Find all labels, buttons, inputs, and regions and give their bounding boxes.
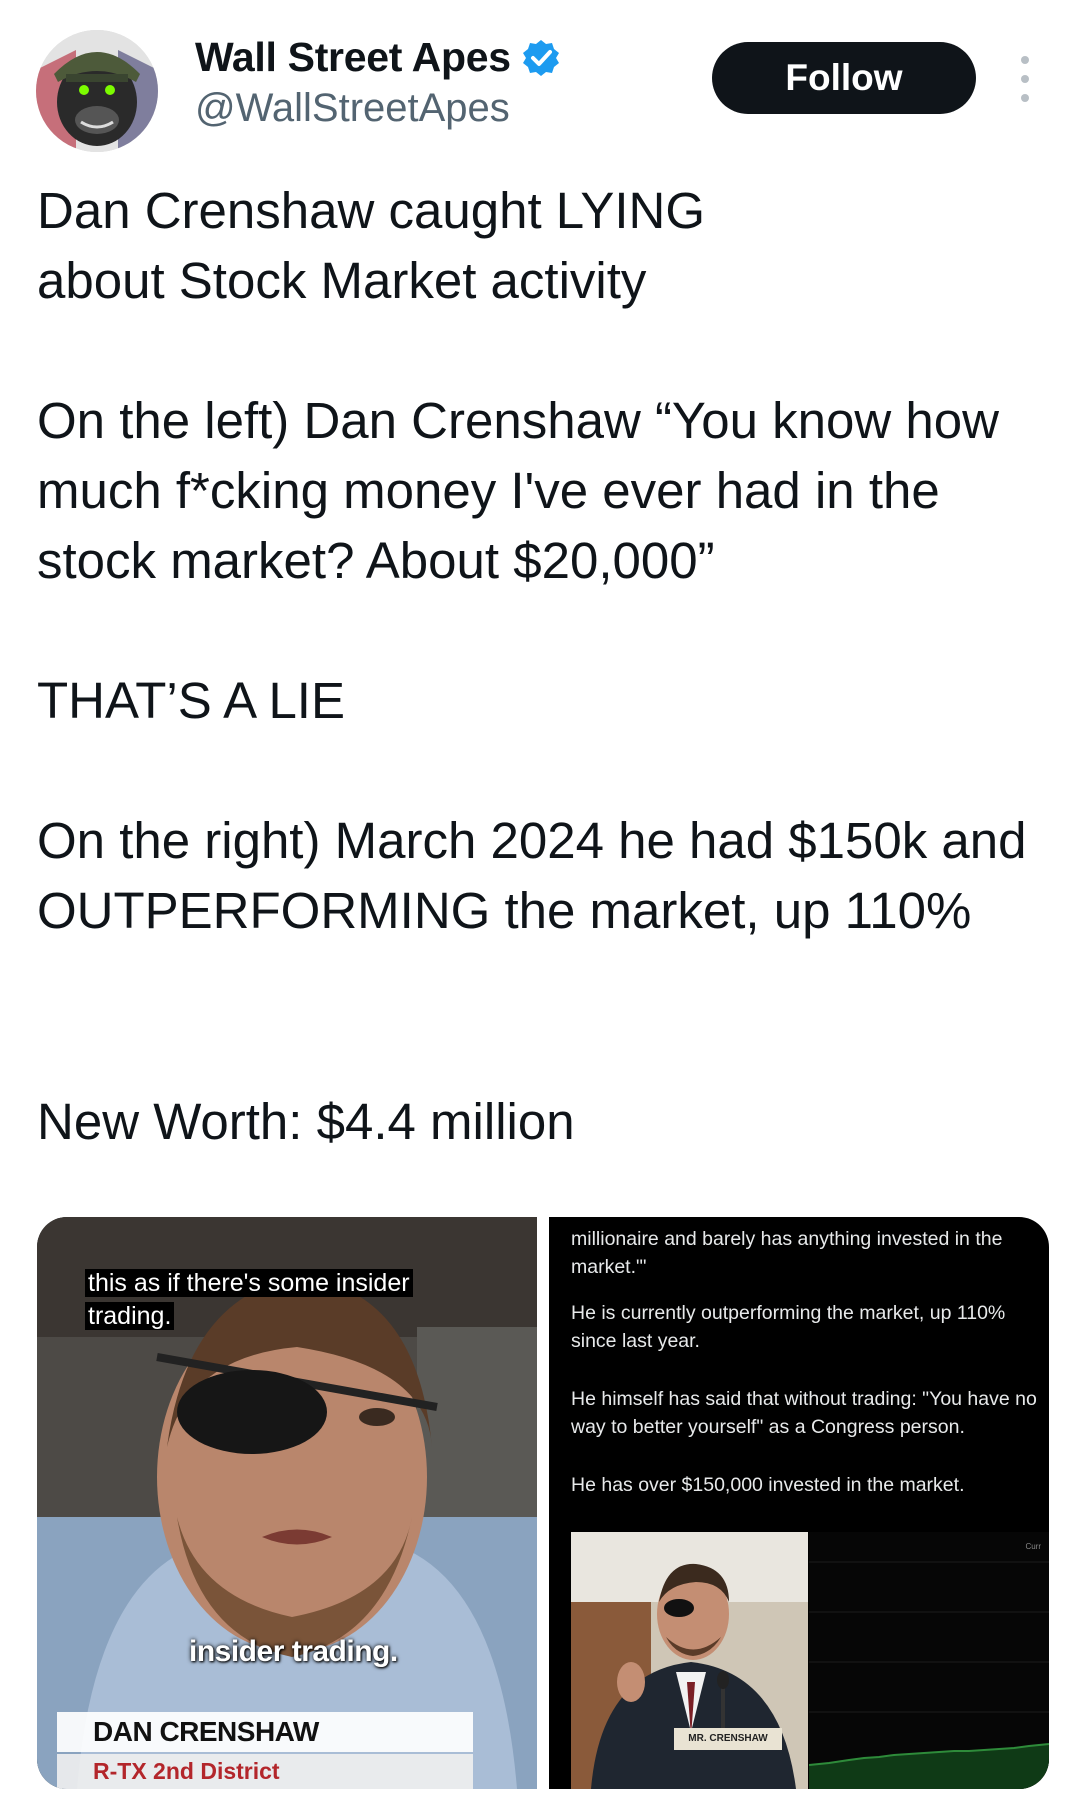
right-text-p2: He is currently outperforming the market… xyxy=(571,1302,1006,1352)
right-text-p4: He has over $150,000 invested in the mar… xyxy=(571,1474,965,1496)
media-right-screenshot[interactable]: millionaire and barely has anything inve… xyxy=(549,1217,1049,1789)
nameplate: MR. CRENSHAW xyxy=(674,1728,782,1750)
tweet-header: Wall Street Apes @WallStreetApes Follow xyxy=(0,0,1080,160)
handle[interactable]: @WallStreetApes xyxy=(195,86,510,131)
video-caption-bottom: insider trading. xyxy=(189,1635,398,1668)
portfolio-area xyxy=(809,1744,1049,1789)
tweet-headline: Dan Crenshaw caught LYING about Stock Ma… xyxy=(37,182,706,309)
chart-corner-label: Curr xyxy=(1025,1542,1041,1551)
tweet-lie: THAT’S A LIE xyxy=(37,672,345,729)
right-text-p3: He himself has said that without trading… xyxy=(571,1388,1037,1438)
portfolio-chart: Curr xyxy=(809,1532,1049,1789)
video-caption-top: this as if there's some insider trading. xyxy=(85,1267,413,1333)
right-text-p1: millionaire and barely has anything inve… xyxy=(571,1228,1003,1278)
lower-third-name: DAN CRENSHAW xyxy=(57,1712,473,1752)
avatar[interactable] xyxy=(36,30,158,152)
portfolio-chart-plot xyxy=(809,1561,1049,1789)
tweet-worth: New Worth: $4.4 million xyxy=(37,1093,575,1150)
more-options-icon[interactable] xyxy=(1005,56,1045,102)
lower-third: DAN CRENSHAW R-TX 2nd District xyxy=(57,1712,473,1789)
display-name[interactable]: Wall Street Apes xyxy=(195,34,511,81)
tweet-right: On the right) March 2024 he had $150k an… xyxy=(37,812,1027,939)
verified-badge-icon xyxy=(522,39,559,76)
media-grid: this as if there's some insider trading.… xyxy=(37,1217,1049,1789)
display-name-row: Wall Street Apes xyxy=(195,34,561,81)
tweet-quote: On the left) Dan Crenshaw “You know how … xyxy=(37,392,999,589)
follow-button[interactable]: Follow xyxy=(712,42,976,114)
media-left-video-frame[interactable]: this as if there's some insider trading.… xyxy=(37,1217,537,1789)
crenshaw-hearing-photo: MR. CRENSHAW xyxy=(571,1532,808,1789)
caption-top-line1: this as if there's some insider xyxy=(85,1269,413,1297)
media-divider xyxy=(537,1217,549,1789)
lower-third-sub: R-TX 2nd District xyxy=(57,1754,473,1789)
caption-top-line2: trading. xyxy=(85,1302,175,1330)
hearing-photo-image xyxy=(571,1532,808,1789)
avatar-gorilla-image xyxy=(36,30,158,152)
